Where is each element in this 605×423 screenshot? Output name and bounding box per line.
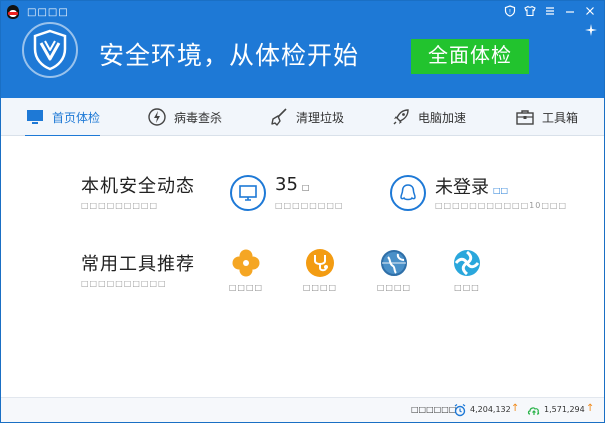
tool-item-4-label: □□□: [454, 283, 480, 292]
protection-days-unit: □: [301, 183, 310, 192]
alarm-clock-icon: [454, 404, 466, 417]
tab-clean-junk[interactable]: 清理垃圾: [269, 98, 344, 136]
tab-virus-scan-label: 病毒查杀: [174, 110, 223, 125]
monitor-icon: [27, 110, 43, 124]
up-arrow-icon-2: ↑: [586, 403, 595, 414]
app-title: □□□□: [27, 6, 69, 18]
lightning-icon: [148, 108, 166, 126]
app-title-bar: □□□□: [5, 4, 69, 20]
swirl-icon: [454, 250, 480, 276]
login-caption: □□□□□□□□□□□10□□□: [435, 201, 567, 210]
status-count-1: 4,204,132: [470, 405, 511, 414]
penguin-logo-icon: [5, 4, 21, 20]
tool-item-2[interactable]: □□□□: [300, 248, 340, 292]
protection-days-value: 35 □: [275, 174, 309, 195]
protection-days-icon: [230, 175, 266, 211]
tab-virus-scan[interactable]: 病毒查杀: [147, 98, 222, 136]
broom-icon: [271, 108, 287, 126]
shield-logo-icon: [22, 22, 78, 78]
login-status-text: 未登录: [435, 177, 489, 198]
stethoscope-icon: [306, 249, 334, 277]
cloud-upload-icon: [527, 407, 540, 415]
skin-shirt-icon[interactable]: [524, 5, 538, 19]
tab-speed-up-label: 电脑加速: [418, 110, 467, 125]
tool-item-3[interactable]: □□□□: [374, 248, 414, 292]
tab-clean-junk-label: 清理垃圾: [296, 110, 345, 125]
up-arrow-icon: ↑: [511, 403, 520, 414]
login-status: 未登录 □□: [435, 173, 508, 199]
tool-item-1-label: □□□□: [228, 283, 264, 292]
tool-item-1[interactable]: □□□□: [226, 248, 266, 292]
clover-icon: [232, 249, 260, 277]
status-bar: □□□□□□ 4,204,132 ↑ 1,571,294 ↑: [1, 397, 604, 422]
tab-toolbox[interactable]: 工具箱: [515, 98, 578, 136]
window-controls: !: [504, 5, 598, 19]
protection-days-caption: □□□□□□□□: [275, 201, 344, 210]
tools-section-title: 常用工具推荐: [81, 254, 195, 275]
penguin-outline-icon: [400, 184, 416, 201]
shield-badge-icon[interactable]: !: [504, 5, 518, 19]
status-count-2: 1,571,294: [544, 405, 585, 414]
tab-home-scan-label: 首页体检: [52, 110, 101, 125]
main-content: 本机安全动态 □□□□□□□□□ 35 □ □□□□□□□□ 未登录 □□ □□□□…: [1, 136, 604, 396]
main-nav: 首页体检 病毒查杀 清理垃圾 电脑加速 工具箱: [1, 98, 604, 137]
svg-text:!: !: [509, 9, 511, 16]
tab-speed-up[interactable]: 电脑加速: [391, 98, 466, 136]
login-avatar-icon[interactable]: [390, 175, 426, 211]
sparkle-icon[interactable]: [584, 23, 598, 37]
close-icon[interactable]: [584, 5, 598, 19]
security-section-title: 本机安全动态: [81, 176, 195, 197]
protection-days-number: 35: [275, 174, 298, 195]
tool-item-3-label: □□□□: [376, 283, 412, 292]
app-window: □□□□ ! 安全环境，从体检开始 全面体检 首页体检 病毒查杀 清理垃圾 电脑…: [0, 0, 605, 423]
menu-icon[interactable]: [544, 5, 558, 19]
tool-item-4[interactable]: □□□: [447, 248, 487, 292]
tool-item-2-label: □□□□: [302, 283, 338, 292]
rocket-icon: [393, 109, 409, 125]
status-label: □□□□□□: [411, 405, 457, 414]
minimize-icon[interactable]: [564, 5, 578, 19]
login-link[interactable]: □□: [493, 186, 508, 195]
full-scan-button[interactable]: 全面体检: [411, 39, 529, 74]
tab-home-scan[interactable]: 首页体检: [25, 98, 101, 137]
security-section-subtitle: □□□□□□□□□: [81, 201, 159, 210]
toolbox-icon: [516, 110, 534, 125]
computer-icon: [239, 185, 257, 201]
tools-section-subtitle: □□□□□□□□□□: [81, 279, 167, 288]
tab-toolbox-label: 工具箱: [542, 110, 579, 125]
header-banner: □□□□ ! 安全环境，从体检开始 全面体检: [1, 1, 604, 98]
globe-icon: [381, 250, 407, 276]
slogan: 安全环境，从体检开始: [99, 41, 360, 70]
